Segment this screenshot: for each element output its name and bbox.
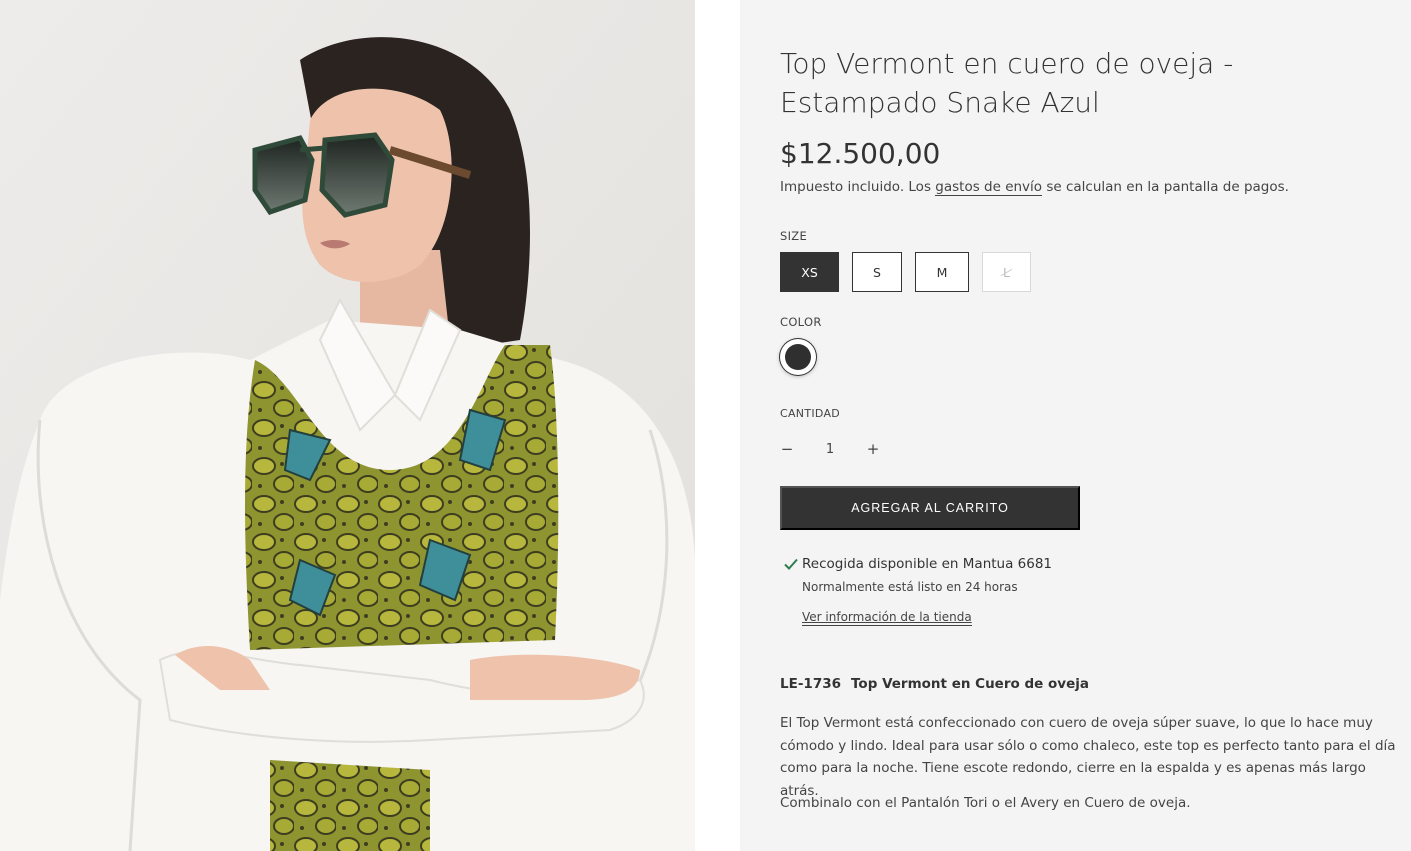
size-option-l[interactable]: L xyxy=(982,252,1031,292)
description-heading: LE-1736 Top Vermont en Cuero de oveja xyxy=(780,676,1089,692)
quantity-label: CANTIDAD xyxy=(780,407,841,420)
store-info-link[interactable]: Ver información de la tienda xyxy=(802,610,972,626)
product-info-panel: Top Vermont en cuero de oveja - Estampad… xyxy=(740,0,1411,851)
color-label: COLOR xyxy=(780,315,822,329)
add-to-cart-button[interactable]: AGREGAR AL CARRITO xyxy=(780,486,1080,530)
product-title: Top Vermont en cuero de oveja - Estampad… xyxy=(780,47,1234,119)
product-sku: LE-1736 xyxy=(780,676,842,692)
size-option-m[interactable]: M xyxy=(915,252,969,292)
size-label: SIZE xyxy=(780,229,808,243)
color-swatch-fill xyxy=(785,344,811,370)
description-extra: Combinalo con el Pantalón Tori o el Aver… xyxy=(780,795,1191,811)
tax-note-suffix: se calculan en la pantalla de pagos. xyxy=(1042,179,1289,195)
tax-note: Impuesto incluido. Los gastos de envío s… xyxy=(780,178,1289,196)
product-photo-illustration xyxy=(0,0,695,851)
checkmark-icon xyxy=(784,558,798,570)
quantity-stepper: − 1 + xyxy=(780,437,880,461)
pickup-subtitle: Normalmente está listo en 24 horas xyxy=(802,580,1018,594)
quantity-decrease-button[interactable]: − xyxy=(780,439,794,459)
product-price: $12.500,00 xyxy=(780,137,941,170)
description-heading-text: Top Vermont en Cuero de oveja xyxy=(851,676,1089,692)
size-option-s[interactable]: S xyxy=(852,252,902,292)
size-selector: XS S M L xyxy=(780,252,1031,292)
pickup-title: Recogida disponible en Mantua 6681 xyxy=(802,556,1053,572)
color-swatch-selected[interactable] xyxy=(780,339,816,375)
quantity-input[interactable]: 1 xyxy=(826,442,834,457)
product-image[interactable] xyxy=(0,0,695,851)
tax-note-prefix: Impuesto incluido. Los xyxy=(780,179,936,195)
size-option-xs[interactable]: XS xyxy=(780,252,839,292)
quantity-increase-button[interactable]: + xyxy=(866,439,880,459)
description-body: El Top Vermont está confeccionado con cu… xyxy=(780,715,1396,799)
shipping-costs-link[interactable]: gastos de envío xyxy=(935,179,1043,196)
